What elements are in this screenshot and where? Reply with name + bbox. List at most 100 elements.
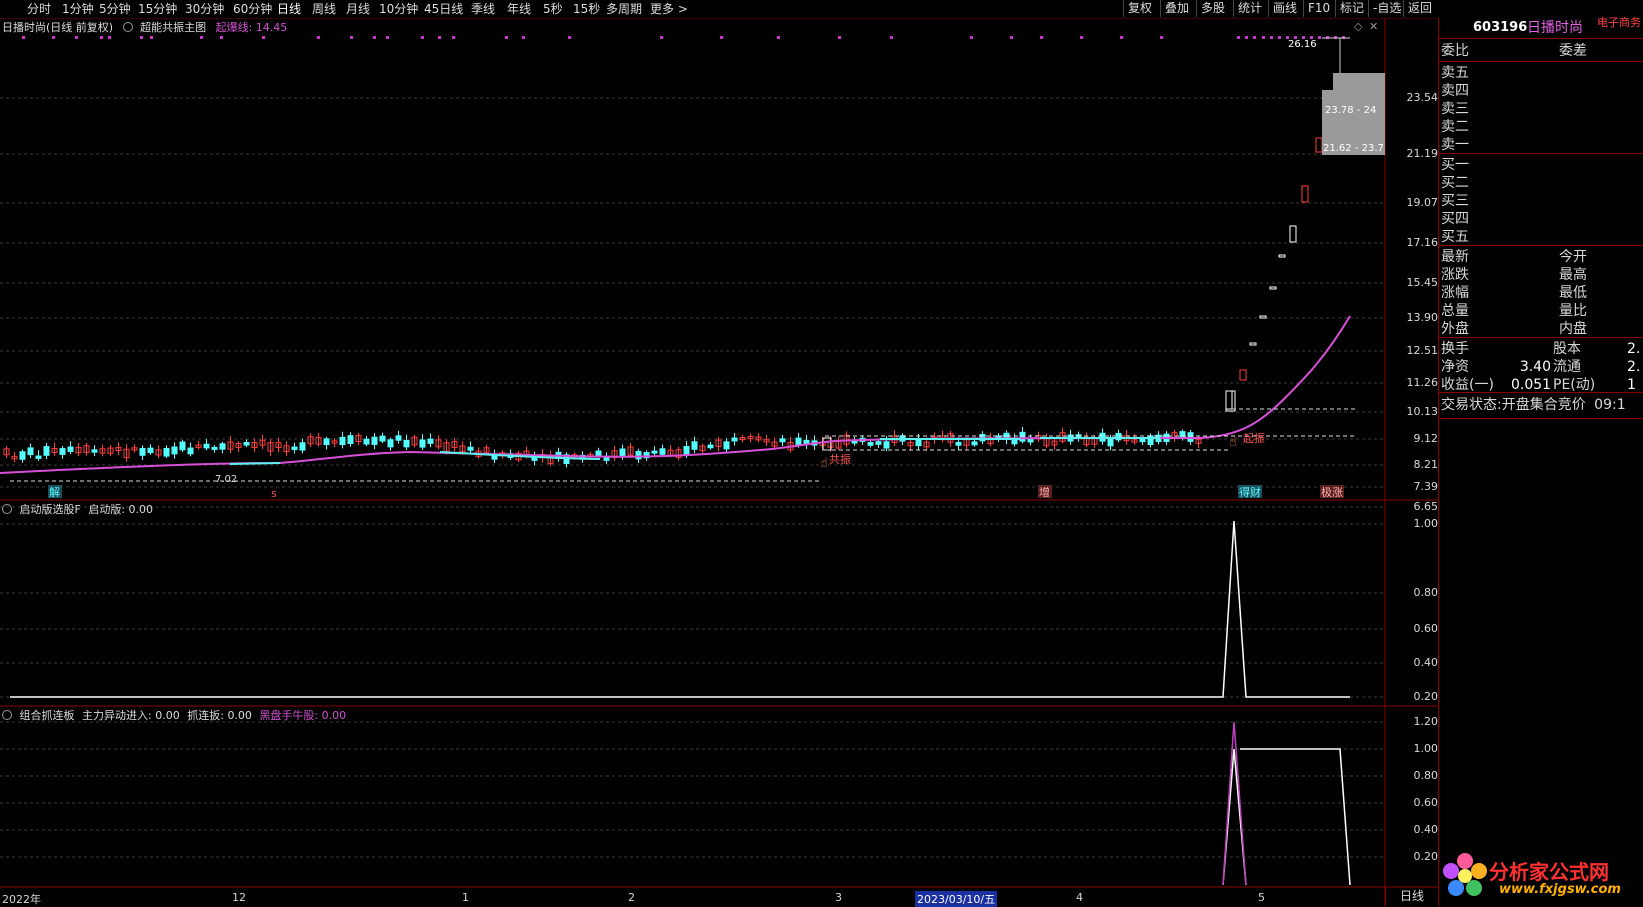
panel2-grid: [0, 523, 1385, 698]
period-tab[interactable]: 30分钟: [185, 1, 224, 17]
panel2-tick: 0.40: [1413, 656, 1439, 669]
panel3-tick: 0.40: [1413, 823, 1439, 836]
toolbar-button[interactable]: 统计: [1233, 0, 1266, 17]
date-label: 2: [628, 891, 635, 904]
separator: [1439, 245, 1643, 246]
settings-circle-icon[interactable]: [122, 22, 133, 32]
signal-dot: [1160, 36, 1163, 39]
marker-jie: 解: [49, 485, 60, 499]
period-tab[interactable]: 45日线: [424, 1, 463, 17]
panel3-name[interactable]: 组合抓连板: [20, 709, 75, 722]
toolbar-button[interactable]: 画线: [1268, 0, 1301, 17]
period-tab[interactable]: 更多 >: [650, 1, 688, 17]
quote-label: 涨幅: [1441, 285, 1469, 301]
signal-dot: [350, 36, 353, 39]
finance-value: 2.: [1627, 341, 1641, 357]
toolbar-button[interactable]: 标记: [1335, 0, 1368, 17]
period-tab[interactable]: 15秒: [573, 1, 600, 17]
ma-line: [0, 315, 1351, 474]
quote-label: 涨跌: [1441, 267, 1469, 283]
signal-dot: [505, 36, 508, 39]
signal-dot: [1278, 36, 1281, 39]
weicha-label: 委差: [1559, 43, 1587, 59]
indicator-name[interactable]: 超能共振主图: [140, 21, 206, 34]
period-tab[interactable]: 5分钟: [99, 1, 131, 17]
period-tab[interactable]: 周线: [312, 1, 336, 17]
hand-pointer-icon: ☝: [1229, 435, 1237, 450]
chart-area[interactable]: 23.78 - 24 21.62 - 23.7 26.16 7.02 解 s 增…: [0, 18, 1438, 906]
panel3-tick: 0.60: [1413, 796, 1439, 809]
finance-label: 股本: [1553, 341, 1581, 357]
panel2-title: 启动版选股F 启动版: 0.00: [2, 503, 153, 517]
period-tab[interactable]: 多周期: [606, 1, 642, 17]
price-tick: 21.19: [1406, 147, 1439, 160]
panel3-tick: 1.20: [1413, 715, 1439, 728]
period-tab[interactable]: 季线: [471, 1, 495, 17]
separator: [1439, 153, 1643, 154]
signal-dot: [220, 36, 223, 39]
finance-value: 2.: [1627, 359, 1641, 375]
hand-pointer-icon: ☝: [820, 456, 828, 471]
candlesticks: [3, 137, 1323, 468]
diamond-icon[interactable]: ◇: [1354, 20, 1362, 33]
signal-dot: [522, 36, 525, 39]
period-tab[interactable]: 10分钟: [379, 1, 418, 17]
main-force-signal-line: [1240, 748, 1351, 886]
period-tab[interactable]: 5秒: [543, 1, 563, 17]
candle: [1269, 286, 1277, 290]
toolbar-button[interactable]: 复权: [1123, 0, 1156, 17]
sell-row-label: 卖一: [1441, 137, 1469, 153]
settings-circle-icon[interactable]: [2, 504, 12, 514]
signal-dot: [200, 36, 203, 39]
date-label: 12: [232, 891, 246, 904]
stock-code: 603196: [1473, 20, 1528, 35]
signal-dot: [140, 36, 143, 39]
quote-label: 总量: [1441, 303, 1469, 319]
signal-dot: [75, 36, 78, 39]
toolbar-button[interactable]: 多股: [1196, 0, 1229, 17]
period-tab[interactable]: 日线: [277, 1, 301, 17]
signal-dot: [1010, 36, 1013, 39]
candle: [1278, 254, 1286, 258]
sell-row-label: 卖三: [1441, 101, 1469, 117]
period-tab[interactable]: 分时: [27, 1, 51, 17]
period-tab[interactable]: 年线: [507, 1, 531, 17]
panel3-value3: 0.00: [321, 709, 347, 722]
period-tab[interactable]: 15分钟: [138, 1, 177, 17]
close-icon[interactable]: ✕: [1369, 20, 1378, 33]
panel2-value: 0.00: [128, 503, 154, 516]
period-tab[interactable]: 月线: [346, 1, 370, 17]
candle: [1249, 342, 1257, 346]
stock-name: 日播时尚: [1527, 20, 1583, 36]
period-tab[interactable]: 60分钟: [233, 1, 272, 17]
toolbar-button[interactable]: 返回: [1403, 0, 1436, 17]
panel2-name[interactable]: 启动版选股F: [20, 503, 81, 516]
toolbar-button[interactable]: -自选: [1368, 0, 1405, 17]
marker-gongzhen: 共振: [829, 452, 851, 466]
buy-row-label: 买三: [1441, 193, 1469, 209]
quote-panel: 603196 日播时尚 电子商务 委比 委差 卖五 卖四 卖三 卖二 卖一 买一 买二 买三…: [1438, 16, 1643, 906]
price-tick: 19.07: [1406, 196, 1439, 209]
startup-signal-line: [10, 520, 1350, 698]
breakout-candle: [1225, 390, 1236, 412]
settings-circle-icon[interactable]: [2, 710, 12, 720]
quote-label: 最低: [1559, 285, 1587, 301]
signal-dot: [1318, 36, 1321, 39]
finance-label: 流通: [1553, 359, 1581, 375]
toolbar-button[interactable]: F10: [1303, 0, 1334, 17]
signal-dot: [1040, 36, 1043, 39]
finance-label: 净资: [1441, 359, 1469, 375]
price-tick: 17.16: [1406, 236, 1439, 249]
candle: [1289, 225, 1297, 243]
signal-dot: [317, 36, 320, 39]
quote-label: 外盘: [1441, 321, 1469, 337]
marker-decai: 得财: [1239, 485, 1261, 499]
panel3-tick: 1.00: [1413, 742, 1439, 755]
weibi-label: 委比: [1441, 43, 1469, 59]
trade-status-label: 交易状态:: [1441, 397, 1502, 413]
sector-label[interactable]: 电子商务: [1597, 14, 1641, 32]
watermark-url: www.fxjgsw.com: [1499, 882, 1621, 897]
toolbar-button[interactable]: 叠加: [1160, 0, 1193, 17]
quote-label: 内盘: [1559, 321, 1587, 337]
period-tab[interactable]: 1分钟: [62, 1, 94, 17]
